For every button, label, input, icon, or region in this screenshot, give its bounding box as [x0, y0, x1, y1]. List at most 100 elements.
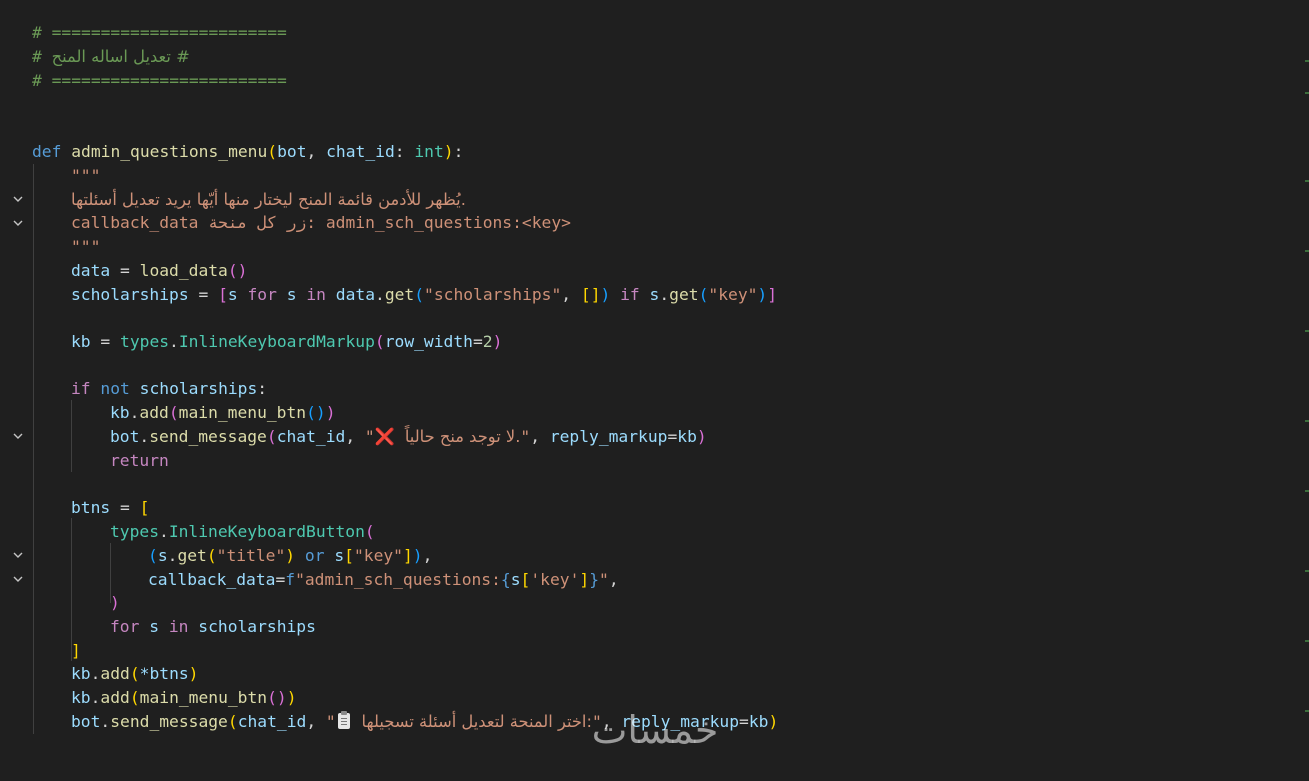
- variable: kb: [71, 688, 91, 707]
- docstring-text: callback_data زر كل منحة: admin_sch_ques…: [71, 213, 571, 232]
- code-line[interactable]: bot.send_message(chat_id, " اختر المنحة …: [0, 710, 778, 734]
- keyword-arg: callback_data: [148, 570, 276, 589]
- code-line[interactable]: """: [0, 235, 100, 259]
- function-name: admin_questions_menu: [71, 142, 268, 161]
- comment: # ========================: [32, 23, 287, 42]
- variable: s: [149, 617, 160, 636]
- code-line[interactable]: يُظهر للأدمن قائمة المنح ليختار منها أيّ…: [0, 188, 466, 212]
- module: types: [110, 522, 160, 541]
- variable: data: [71, 261, 111, 280]
- cross-mark-icon: ❌: [374, 427, 396, 446]
- variable: s: [286, 285, 297, 304]
- string: "key": [353, 546, 403, 565]
- code-line[interactable]: ): [0, 591, 120, 615]
- variable: s: [157, 546, 168, 565]
- def-keyword: def: [32, 142, 62, 161]
- function-call: main_menu_btn: [139, 688, 268, 707]
- string: 'key': [530, 570, 580, 589]
- indent-guide: [71, 400, 72, 472]
- function-call: get: [669, 285, 699, 304]
- not-keyword: not: [100, 379, 130, 398]
- comment: # ========================: [32, 71, 287, 90]
- function-call: send_message: [149, 427, 267, 446]
- keyword-arg: reply_markup: [549, 427, 668, 446]
- variable: scholarships: [139, 379, 258, 398]
- code-line[interactable]: return: [0, 449, 169, 473]
- module: types: [120, 332, 170, 351]
- or-keyword: or: [304, 546, 325, 565]
- variable: kb: [748, 712, 769, 731]
- string: لا توجد منح حالياً.: [404, 427, 521, 446]
- code-line[interactable]: data = load_data(): [0, 259, 247, 283]
- number: 2: [482, 332, 493, 351]
- variable: kb: [71, 664, 91, 683]
- code-line[interactable]: types.InlineKeyboardButton(: [0, 520, 375, 583]
- variable: scholarships: [198, 617, 316, 636]
- function-call: add: [139, 403, 169, 422]
- class-name: InlineKeyboardButton: [168, 522, 365, 541]
- code-line[interactable]: kb.add(main_menu_btn()): [0, 686, 297, 710]
- code-line[interactable]: # # تعديل اساله المنح: [0, 45, 190, 69]
- variable: kb: [71, 332, 91, 351]
- scrollbar[interactable]: [1305, 0, 1309, 763]
- for-keyword: for: [247, 285, 277, 304]
- variable: s: [334, 546, 345, 565]
- type-hint: int: [414, 142, 444, 161]
- variable: *btns: [139, 664, 189, 683]
- function-call: load_data: [139, 261, 228, 280]
- variable: chat_id: [276, 427, 346, 446]
- code-line[interactable]: for s in scholarships: [0, 615, 316, 639]
- code-line[interactable]: btns = [: [0, 496, 149, 559]
- variable: kb: [110, 403, 130, 422]
- code-line[interactable]: # ========================: [0, 21, 287, 45]
- variable: data: [335, 285, 375, 304]
- function-call: main_menu_btn: [178, 403, 307, 422]
- code-line[interactable]: (s.get("title") or s["key"]),: [0, 544, 432, 568]
- fstring-prefix: f: [285, 570, 296, 589]
- code-line[interactable]: callback_data زر كل منحة: admin_sch_ques…: [0, 211, 571, 235]
- variable: s: [227, 285, 238, 304]
- docstring-open: """: [71, 166, 101, 185]
- code-line[interactable]: def admin_questions_menu(bot, chat_id: i…: [0, 140, 463, 203]
- docstring-text: يُظهر للأدمن قائمة المنح ليختار منها أيّ…: [71, 190, 466, 209]
- code-line[interactable]: bot.send_message(chat_id, "❌ لا توجد منح…: [0, 425, 707, 449]
- param: bot: [277, 142, 307, 161]
- code-line[interactable]: if not scholarships:: [0, 377, 267, 440]
- variable: s: [510, 570, 521, 589]
- code-line[interactable]: kb.add(main_menu_btn()): [0, 401, 336, 425]
- function-call: get: [384, 285, 415, 304]
- comment: # # تعديل اساله المنح: [32, 47, 190, 66]
- variable: kb: [677, 427, 697, 446]
- variable: bot: [110, 427, 140, 446]
- string: اختر المنحة لتعديل أسئلة تسجيلها:: [361, 712, 592, 731]
- variable: chat_id: [237, 712, 307, 731]
- function-call: add: [100, 664, 130, 683]
- param: chat_id: [326, 142, 395, 161]
- variable: s: [649, 285, 660, 304]
- string: "title": [216, 546, 286, 565]
- for-keyword: for: [110, 617, 140, 636]
- keyword-arg: row_width: [384, 332, 473, 351]
- variable: bot: [71, 712, 101, 731]
- code-line[interactable]: scholarships = [s for s in data.get("sch…: [0, 283, 777, 307]
- if-keyword: if: [620, 285, 640, 304]
- string: "admin_sch_questions:: [295, 570, 501, 589]
- class-name: InlineKeyboardMarkup: [178, 332, 375, 351]
- function-call: send_message: [110, 712, 228, 731]
- code-line[interactable]: kb.add(*btns): [0, 662, 198, 686]
- if-keyword: if: [71, 379, 91, 398]
- code-line[interactable]: callback_data=f"admin_sch_questions:{s['…: [0, 568, 619, 592]
- string: "scholarships": [424, 285, 562, 304]
- code-line[interactable]: """: [0, 164, 100, 227]
- in-keyword: in: [168, 617, 189, 636]
- code-line[interactable]: kb = types.InlineKeyboardMarkup(row_widt…: [0, 330, 502, 354]
- variable: btns: [71, 498, 111, 517]
- code-line[interactable]: # ========================: [0, 69, 287, 93]
- return-keyword: return: [110, 451, 169, 470]
- code-editor[interactable]: # ======================== # # تعديل اسا…: [0, 0, 1309, 763]
- in-keyword: in: [306, 285, 326, 304]
- docstring-close: """: [71, 237, 101, 256]
- function-call: get: [177, 546, 207, 565]
- variable: scholarships: [71, 285, 189, 304]
- code-line[interactable]: ]: [0, 639, 81, 663]
